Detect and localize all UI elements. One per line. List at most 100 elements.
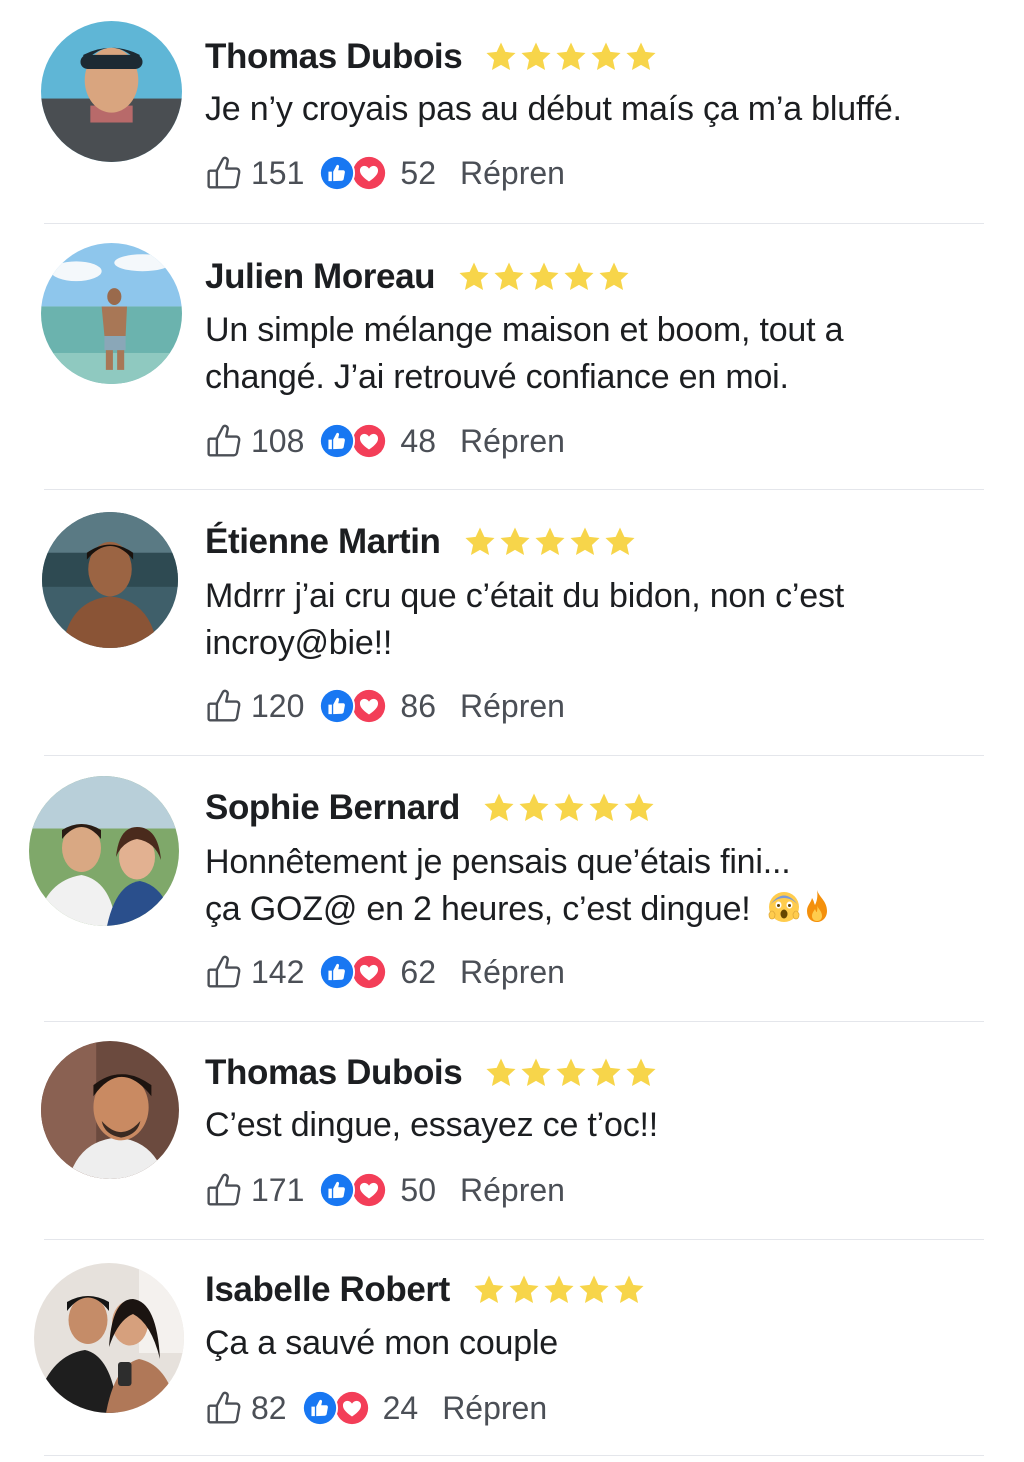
- like-reaction-icon: [318, 422, 356, 460]
- like-reaction-icon: [318, 953, 356, 991]
- reactions-badges[interactable]: [318, 1170, 390, 1210]
- star-icon: [533, 525, 567, 559]
- reply-button[interactable]: Répren: [460, 423, 565, 460]
- star-icon: [527, 260, 561, 294]
- like-count: 142: [251, 953, 305, 990]
- star-icon: [519, 40, 553, 74]
- comment-text-line: Ça a sauvé mon couple: [205, 1324, 559, 1362]
- author-name[interactable]: Julien Moreau: [205, 257, 436, 297]
- comment-text: Honnêtement je pensais que’étais fini...…: [205, 839, 832, 933]
- like-reaction-icon: [318, 1171, 356, 1209]
- author-name[interactable]: Thomas Dubois: [205, 37, 463, 77]
- comment-text-line: incroy@bie!!: [205, 624, 393, 662]
- avatar[interactable]: [42, 512, 178, 648]
- love-reaction-icon: [350, 1171, 388, 1209]
- reaction-count: 62: [400, 953, 436, 990]
- thumbs-up-icon[interactable]: [205, 1389, 243, 1427]
- star-icon: [484, 1056, 518, 1090]
- comment-header: Isabelle Robert: [205, 1270, 646, 1310]
- love-reaction-icon: [350, 422, 388, 460]
- screaming-face-icon: [768, 892, 800, 922]
- star-icon: [589, 40, 623, 74]
- star-icon: [507, 1273, 541, 1307]
- thumbs-up-icon[interactable]: [205, 154, 243, 192]
- like-count: 108: [251, 422, 305, 459]
- star-icon: [498, 525, 532, 559]
- avatar[interactable]: [41, 21, 182, 162]
- comment-text-line: Mdrrr j’ai cru que c’était du bidon, non…: [205, 577, 845, 615]
- author-name[interactable]: Sophie Bernard: [205, 788, 460, 828]
- star-icon: [484, 40, 518, 74]
- author-name[interactable]: Thomas Dubois: [205, 1053, 463, 1093]
- divider: [44, 1239, 984, 1240]
- author-name[interactable]: Isabelle Robert: [205, 1270, 450, 1310]
- star-icon: [568, 525, 602, 559]
- comment-actions: 171 50 Répren: [205, 1170, 565, 1210]
- comment-text-line: changé. J’ai retrouvé confiance en moi.: [205, 358, 789, 396]
- comment-actions: 120 86 Répren: [205, 686, 565, 726]
- comment-header: Thomas Dubois: [205, 37, 658, 77]
- comment-text-line: Honnêtement je pensais que’étais fini...: [205, 843, 791, 881]
- author-name[interactable]: Étienne Martin: [205, 522, 441, 562]
- reactions-badges[interactable]: [301, 1388, 373, 1428]
- reaction-count: 86: [400, 687, 436, 724]
- star-icon: [589, 1056, 623, 1090]
- avatar[interactable]: [34, 1263, 184, 1413]
- comment-text-line: Je n’y croyais pas au début maís ça m’a …: [205, 90, 902, 128]
- like-reaction-icon: [301, 1389, 339, 1427]
- star-icon: [577, 1273, 611, 1307]
- avatar[interactable]: [29, 776, 179, 926]
- comment-text-line: C’est dingue, essayez ce t’oc!!: [205, 1106, 659, 1144]
- reactions-badges[interactable]: [318, 952, 390, 992]
- comment-text-line: ça GOZ@ en 2 heures, c’est dingue!: [205, 886, 832, 933]
- star-icon: [457, 260, 491, 294]
- star-icon: [554, 1056, 588, 1090]
- thumbs-up-icon[interactable]: [205, 953, 243, 991]
- like-count: 82: [251, 1389, 287, 1426]
- reply-button[interactable]: Répren: [460, 954, 565, 991]
- comment-header: Étienne Martin: [205, 522, 637, 562]
- reactions-badges[interactable]: [318, 153, 390, 193]
- reply-button[interactable]: Répren: [460, 155, 565, 192]
- star-icon: [552, 791, 586, 825]
- star-rating: [463, 525, 637, 559]
- star-icon: [562, 260, 596, 294]
- star-icon: [463, 525, 497, 559]
- comment-header: Thomas Dubois: [205, 1053, 658, 1093]
- like-count: 171: [251, 1171, 305, 1208]
- star-icon: [492, 260, 526, 294]
- avatar[interactable]: [41, 1041, 179, 1179]
- reply-button[interactable]: Répren: [460, 688, 565, 725]
- like-count: 151: [251, 154, 305, 191]
- star-icon: [519, 1056, 553, 1090]
- divider: [44, 1021, 984, 1022]
- avatar[interactable]: [41, 243, 182, 384]
- comment-header: Julien Moreau: [205, 257, 631, 297]
- star-icon: [624, 1056, 658, 1090]
- divider: [44, 755, 984, 756]
- thumbs-up-icon[interactable]: [205, 422, 243, 460]
- reactions-badges[interactable]: [318, 686, 390, 726]
- star-rating: [484, 40, 658, 74]
- star-icon: [624, 40, 658, 74]
- like-reaction-icon: [318, 687, 356, 725]
- comment-text: Je n’y croyais pas au début maís ça m’a …: [205, 86, 902, 133]
- comment-header: Sophie Bernard: [205, 788, 656, 828]
- comment-actions: 151 52 Répren: [205, 153, 565, 193]
- star-icon: [612, 1273, 646, 1307]
- emoji-group: [766, 888, 832, 924]
- comment-text: Un simple mélange maison et boom, tout a…: [205, 307, 844, 401]
- star-icon: [622, 791, 656, 825]
- star-icon: [597, 260, 631, 294]
- star-icon: [472, 1273, 506, 1307]
- comment-actions: 142 62 Répren: [205, 952, 565, 992]
- comment-text-fragment: ça GOZ@ en 2 heures, c’est dingue!: [205, 890, 751, 928]
- thumbs-up-icon[interactable]: [205, 1171, 243, 1209]
- reactions-badges[interactable]: [318, 421, 390, 461]
- reply-button[interactable]: Répren: [460, 1172, 565, 1209]
- reaction-count: 50: [400, 1171, 436, 1208]
- reply-button[interactable]: Répren: [442, 1390, 547, 1427]
- star-icon: [482, 791, 516, 825]
- thumbs-up-icon[interactable]: [205, 687, 243, 725]
- star-rating: [482, 791, 656, 825]
